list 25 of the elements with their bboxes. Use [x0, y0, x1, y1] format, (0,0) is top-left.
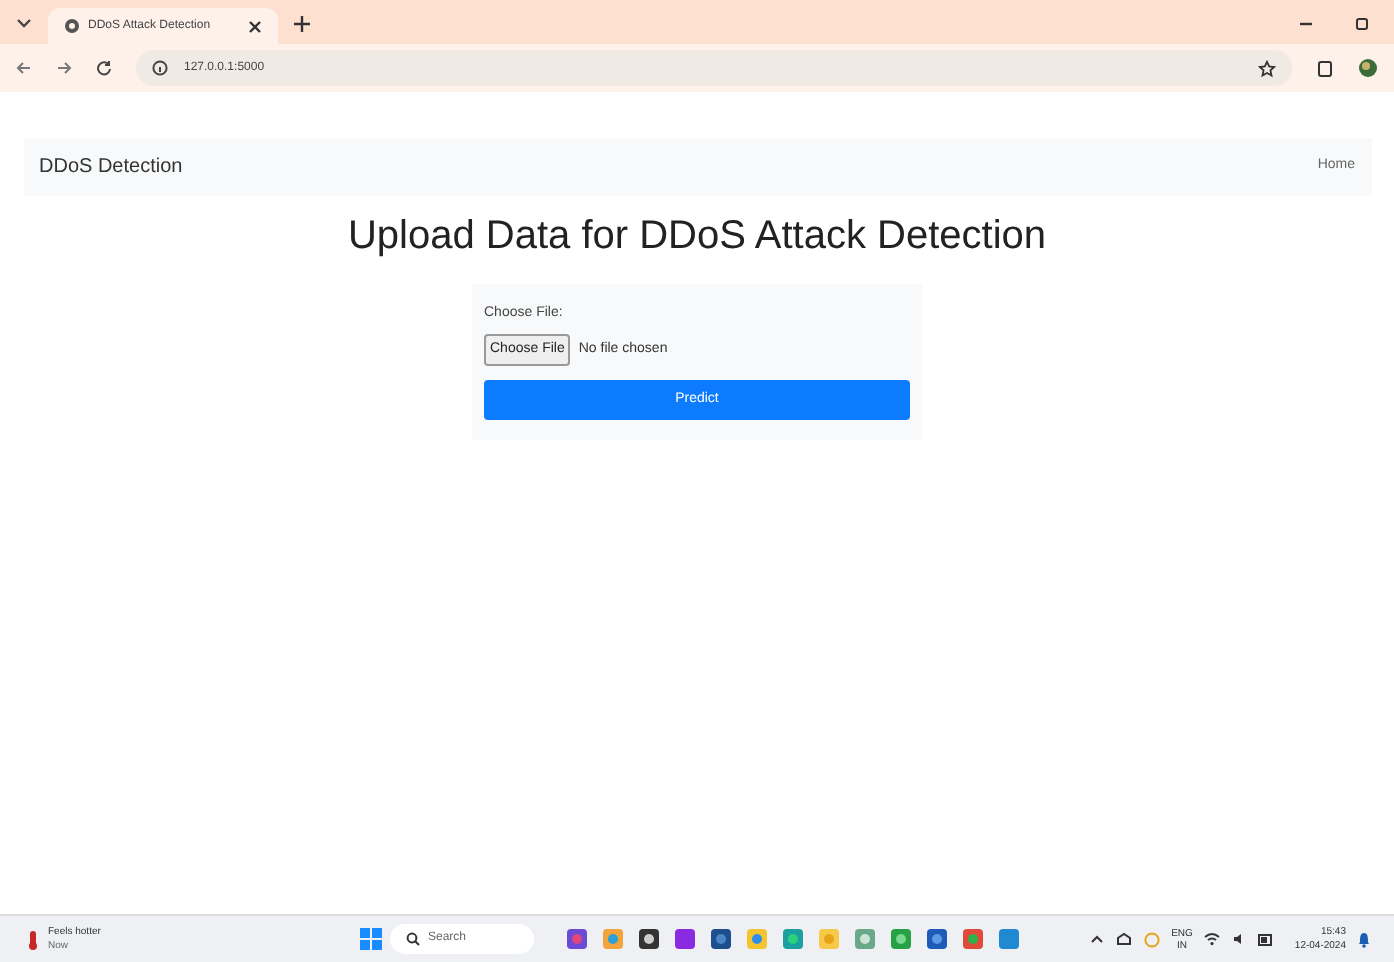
thermometer-icon[interactable] — [24, 929, 40, 949]
navbar-brand[interactable]: DDoS Detection — [39, 152, 183, 182]
app-icon[interactable] — [566, 928, 588, 950]
search-icon — [406, 932, 420, 946]
reload-icon[interactable] — [96, 60, 112, 76]
page-heading: Upload Data for DDoS Attack Detection — [347, 212, 1047, 262]
close-icon[interactable] — [248, 19, 262, 33]
speaker-icon[interactable] — [1232, 932, 1247, 946]
app-icon[interactable] — [710, 928, 732, 950]
app-icon[interactable] — [638, 928, 660, 950]
profile-avatar-icon[interactable] — [1358, 58, 1378, 78]
star-icon[interactable] — [1258, 59, 1276, 77]
chevron-up-icon[interactable] — [1089, 932, 1104, 946]
bell-icon[interactable] — [1358, 931, 1370, 947]
maximize-icon[interactable] — [1354, 16, 1370, 32]
info-icon[interactable] — [152, 60, 168, 76]
app-icon[interactable] — [926, 928, 948, 950]
dropdown-icon[interactable] — [16, 14, 32, 30]
back-icon[interactable] — [16, 60, 32, 76]
wifi-icon[interactable] — [1204, 932, 1221, 946]
app-icon[interactable] — [674, 928, 696, 950]
page-icon[interactable] — [1316, 59, 1334, 77]
new-tab-icon[interactable] — [294, 16, 310, 32]
start-icon[interactable] — [360, 928, 382, 950]
forward-icon[interactable] — [56, 60, 72, 76]
